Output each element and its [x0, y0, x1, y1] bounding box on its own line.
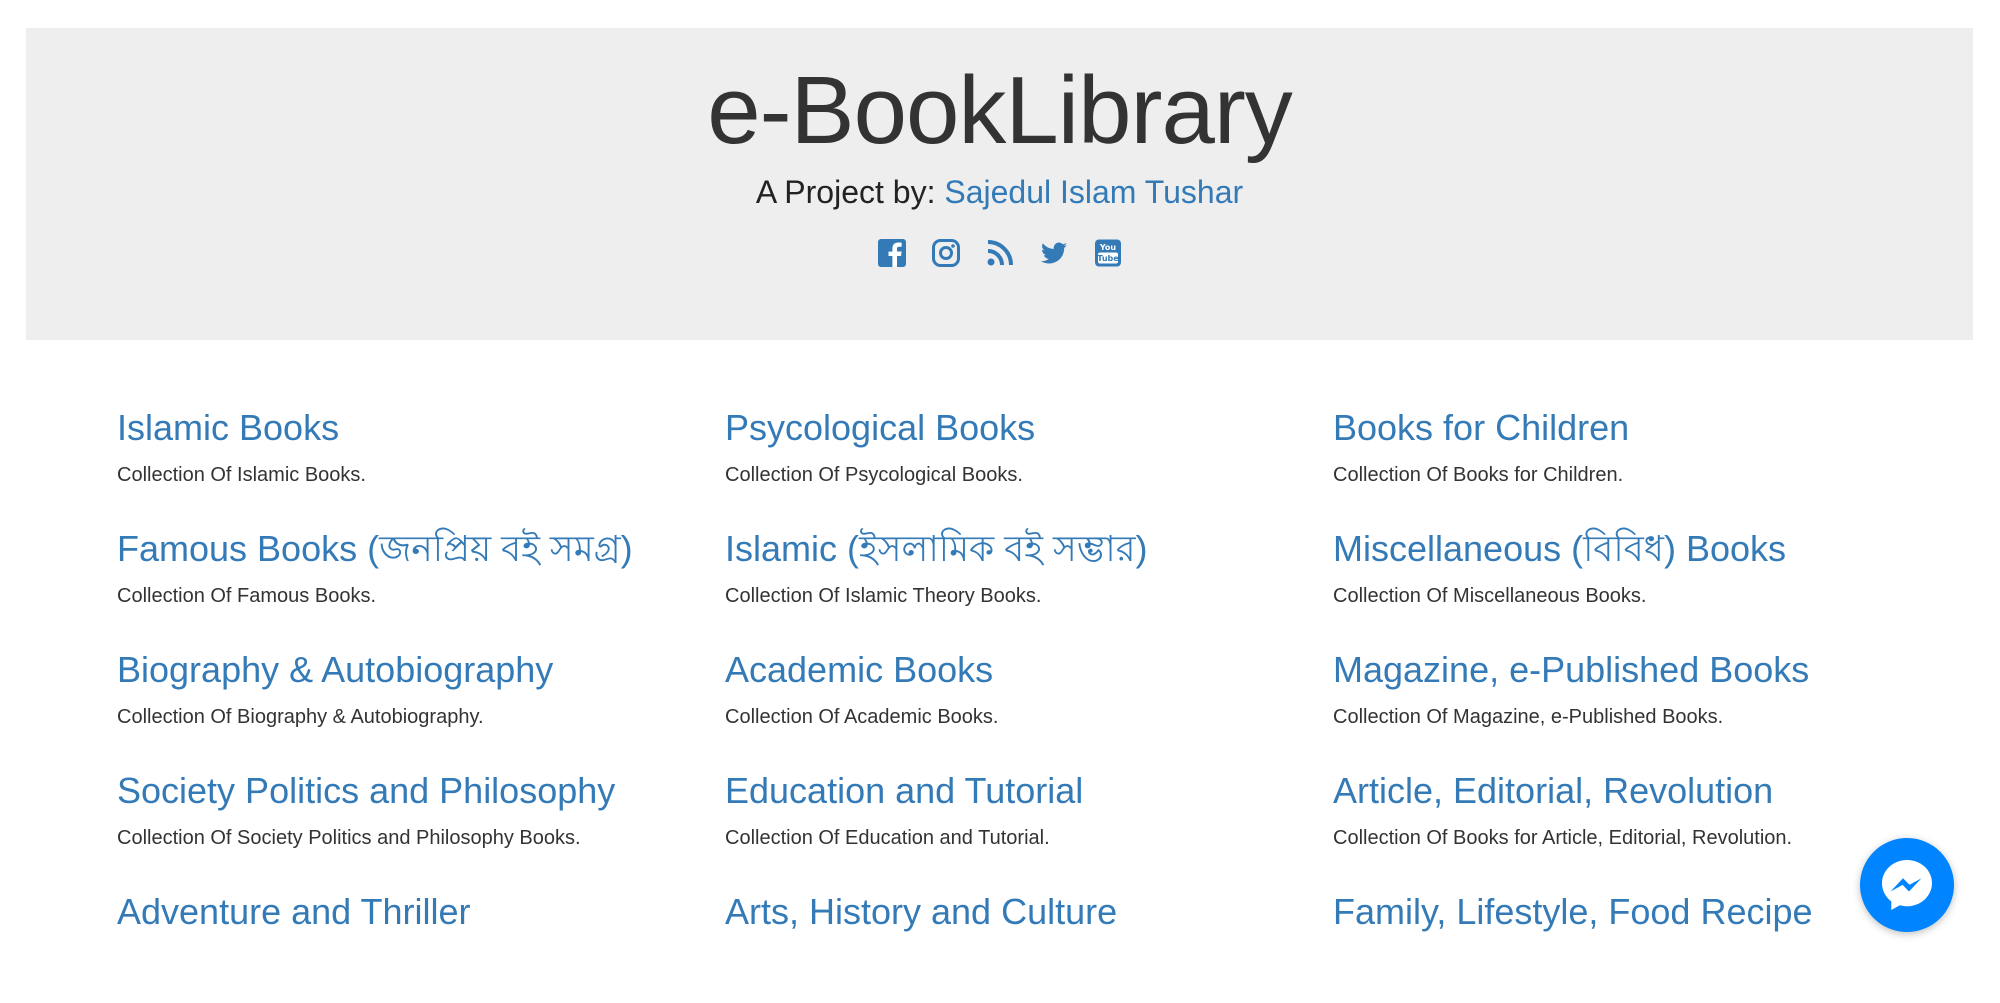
category-link[interactable]: Adventure and Thriller [117, 882, 725, 942]
category-link[interactable]: Article, Editorial, Revolution [1333, 761, 1941, 821]
category-link[interactable]: Islamic (ইসলামিক বই সম্ভার) [725, 519, 1333, 579]
social-links: You Tube [26, 238, 1973, 268]
category-item: Family, Lifestyle, Food Recipe [1333, 882, 1941, 1003]
category-description: Collection Of Books for Children. [1333, 464, 1624, 486]
category-item: Islamic (ইসলামিক বই সম্ভার) Collection O… [725, 519, 1333, 640]
category-item: Miscellaneous (বিবিধ) Books Collection O… [1333, 519, 1941, 640]
category-item: Society Politics and Philosophy Collecti… [117, 761, 725, 882]
category-link[interactable]: Society Politics and Philosophy [117, 761, 725, 821]
category-item: Islamic Books Collection Of Islamic Book… [117, 398, 725, 519]
category-item: Biography & Autobiography Collection Of … [117, 640, 725, 761]
messenger-icon [1882, 860, 1932, 910]
category-item: Psycological Books Collection Of Psycolo… [725, 398, 1333, 519]
svg-text:You: You [1098, 243, 1116, 252]
category-description: Collection Of Islamic Books. [117, 464, 366, 486]
category-item: Adventure and Thriller [117, 882, 725, 1003]
site-title: e-BookLibrary [707, 57, 1293, 164]
category-description: Collection Of Famous Books. [117, 585, 376, 607]
category-description: Collection Of Miscellaneous Books. [1333, 585, 1647, 607]
category-item: Famous Books (জনপ্রিয় বই সমগ্র) Collect… [117, 519, 725, 640]
category-description: Collection Of Magazine, e-Published Book… [1333, 706, 1724, 728]
category-item: Arts, History and Culture [725, 882, 1333, 1003]
category-item: Article, Editorial, Revolution Collectio… [1333, 761, 1941, 882]
category-item: Academic Books Collection Of Academic Bo… [725, 640, 1333, 761]
category-item: Magazine, e-Published Books Collection O… [1333, 640, 1941, 761]
rss-icon[interactable] [985, 238, 1015, 268]
category-description: Collection Of Society Politics and Philo… [117, 827, 581, 849]
category-description: Collection Of Academic Books. [725, 706, 999, 728]
twitter-icon[interactable] [1039, 238, 1069, 268]
youtube-icon[interactable]: You Tube [1093, 238, 1123, 268]
category-description: Collection Of Books for Article, Editori… [1333, 827, 1793, 849]
category-link[interactable]: Islamic Books [117, 398, 725, 458]
category-description: Collection Of Biography & Autobiography. [117, 706, 484, 728]
byline-prefix: A Project by: [755, 174, 936, 210]
facebook-icon[interactable] [877, 238, 907, 268]
category-item: Books for Children Collection Of Books f… [1333, 398, 1941, 519]
category-item: Education and Tutorial Collection Of Edu… [725, 761, 1333, 882]
category-link[interactable]: Books for Children [1333, 398, 1941, 458]
category-link[interactable]: Psycological Books [725, 398, 1333, 458]
category-link[interactable]: Miscellaneous (বিবিধ) Books [1333, 519, 1941, 579]
category-description: Collection Of Psycological Books. [725, 464, 1023, 486]
category-description: Collection Of Education and Tutorial. [725, 827, 1050, 849]
category-link[interactable]: Famous Books (জনপ্রিয় বই সমগ্র) [117, 519, 725, 579]
instagram-icon[interactable] [931, 238, 961, 268]
category-link[interactable]: Magazine, e-Published Books [1333, 640, 1941, 700]
header-jumbotron: e-BookLibrary A Project by: Sajedul Isla… [26, 28, 1973, 340]
category-link[interactable]: Biography & Autobiography [117, 640, 725, 700]
svg-text:Tube: Tube [1097, 254, 1119, 263]
category-grid: Islamic Books Collection Of Islamic Book… [117, 398, 1957, 1003]
messenger-chat-button[interactable] [1860, 838, 1954, 932]
category-description: Collection Of Islamic Theory Books. [725, 585, 1042, 607]
category-link[interactable]: Academic Books [725, 640, 1333, 700]
author-link[interactable]: Sajedul Islam Tushar [944, 174, 1243, 210]
category-link[interactable]: Family, Lifestyle, Food Recipe [1333, 882, 1941, 942]
category-link[interactable]: Education and Tutorial [725, 761, 1333, 821]
category-link[interactable]: Arts, History and Culture [725, 882, 1333, 942]
byline: A Project by: Sajedul Islam Tushar [26, 172, 1973, 212]
